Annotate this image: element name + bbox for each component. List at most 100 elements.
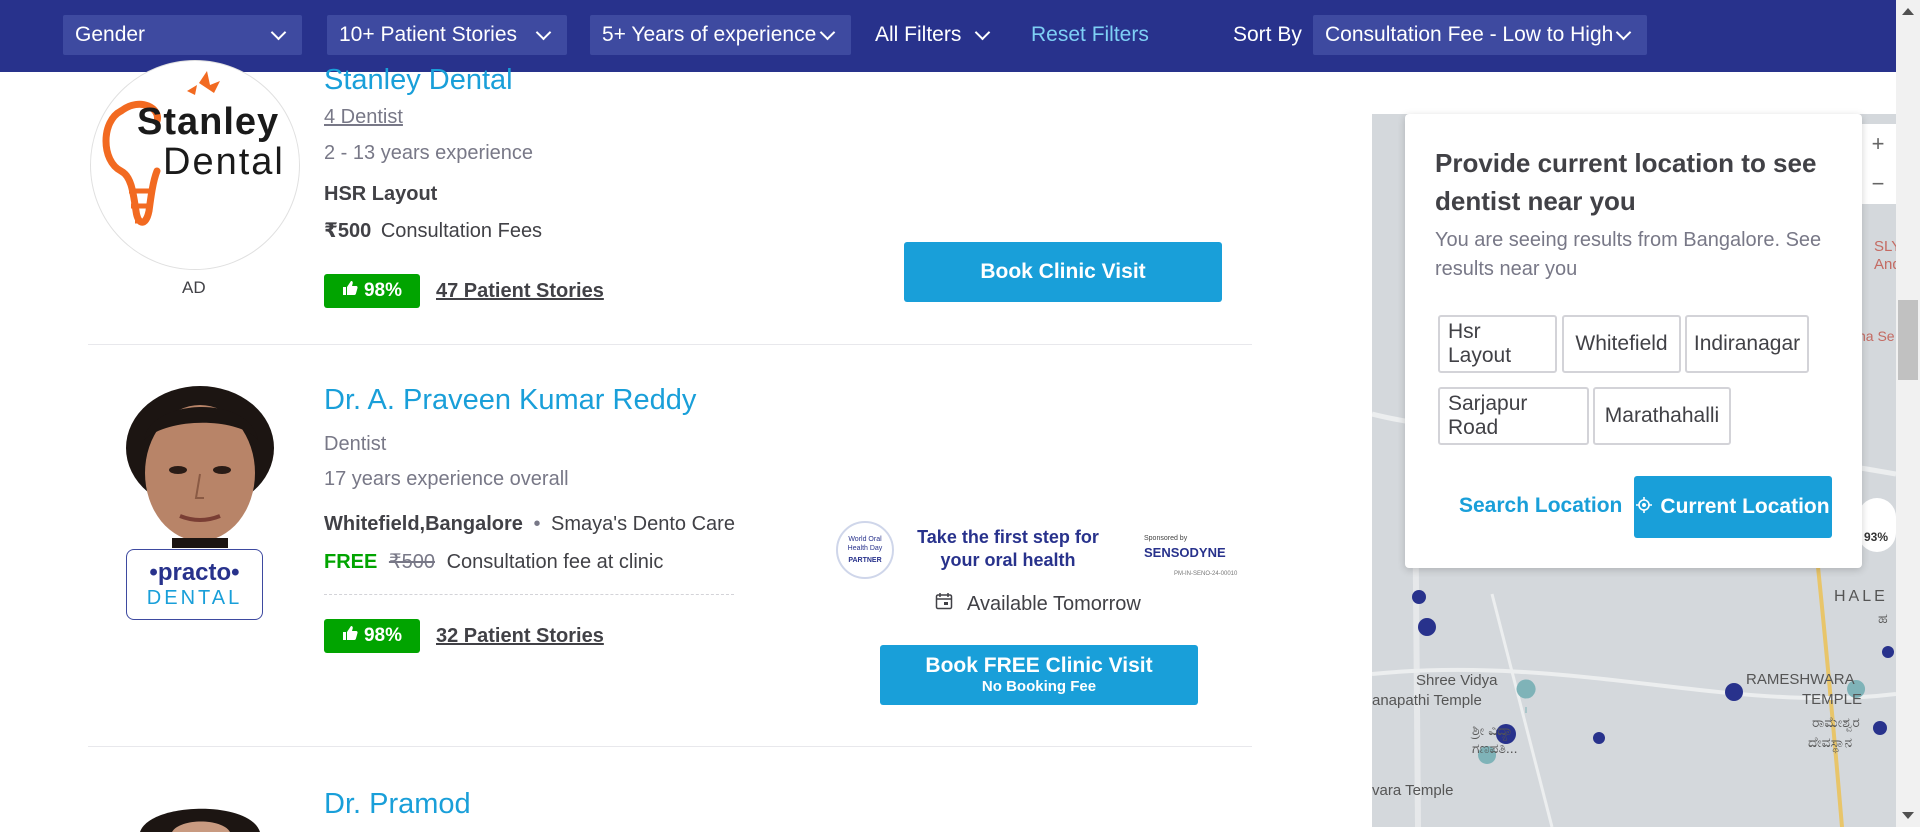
zoom-in-button[interactable]: + — [1860, 124, 1896, 164]
badge-text-1: World Oral — [848, 536, 882, 543]
map-label: ರಾಮೇಶ್ವರ — [1812, 714, 1860, 730]
search-location-link[interactable]: Search Location — [1459, 494, 1622, 518]
availability-text: Available Tomorrow — [967, 592, 1141, 615]
gender-filter-label: Gender — [75, 23, 146, 46]
chevron-down-icon — [270, 24, 287, 41]
divider — [88, 344, 1252, 345]
rating-value: 98% — [363, 625, 403, 646]
map-label: SLY — [1874, 238, 1896, 255]
book-free-clinic-visit-button[interactable]: Book FREE Clinic Visit No Booking Fee — [880, 645, 1198, 705]
patient-stories-link[interactable]: 32 Patient Stories — [436, 625, 604, 648]
map-label: And — [1874, 256, 1896, 273]
location-panel-subtitle: You are seeing results from Bangalore. S… — [1435, 229, 1822, 280]
practo-logo-text: •practo• — [149, 558, 240, 586]
clinic-name[interactable]: Stanley Dental — [324, 64, 513, 97]
badge-text-2: Health Day — [847, 545, 883, 552]
sponsor-banner[interactable]: World Oral Health Day PARTNER Take the f… — [836, 519, 1246, 581]
fee-label: Consultation Fees — [380, 220, 543, 242]
reset-filters-link[interactable]: Reset Filters — [1031, 15, 1149, 55]
ad-badge: AD — [182, 278, 206, 297]
gender-filter[interactable]: Gender — [63, 15, 302, 55]
book-clinic-visit-button[interactable]: Book Clinic Visit — [904, 242, 1222, 302]
sponsor-tagline: Take the first step for your oral health — [908, 526, 1108, 572]
location-line: Whitefield,Bangalore • Smaya's Dento Car… — [324, 513, 735, 536]
map-label: na Se — [1858, 328, 1895, 344]
sort-select[interactable]: Consultation Fee - Low to High — [1313, 15, 1647, 55]
practo-dental-text: DENTAL — [146, 586, 243, 609]
all-filters-button[interactable]: All Filters — [875, 15, 991, 55]
book-button-sublabel: No Booking Fee — [981, 678, 1097, 695]
location-text: HSR Layout — [324, 183, 438, 205]
divider — [88, 746, 1252, 747]
fee-label: Consultation fee at clinic — [446, 551, 664, 573]
sensodyne-logo: SENSODYNE — [1144, 545, 1226, 560]
map-zoom-controls: + − — [1860, 124, 1896, 204]
zoom-out-button[interactable]: − — [1860, 164, 1896, 204]
experience-text: 2 - 13 years experience — [324, 142, 534, 164]
location-text[interactable]: Whitefield,Bangalore — [324, 513, 523, 535]
patient-stories-filter[interactable]: 10+ Patient Stories — [327, 15, 567, 55]
badge-text-3: PARTNER — [848, 557, 882, 564]
rating-badge: 98% — [324, 619, 420, 653]
experience-filter-label: 5+ Years of experience — [602, 23, 817, 46]
location-panel: Provide current location to see dentist … — [1405, 114, 1862, 568]
practo-dental-badge: •practo• DENTAL — [126, 549, 263, 620]
map-label: anapathi Temple — [1372, 692, 1482, 709]
experience-filter[interactable]: 5+ Years of experience — [590, 15, 851, 55]
thumbs-up-icon — [342, 280, 358, 302]
experience-text: 17 years experience overall — [324, 468, 569, 490]
map-label: RAMESHWARA — [1746, 671, 1855, 688]
sort-by-label: Sort By — [1233, 23, 1302, 46]
fee-free: FREE — [324, 551, 378, 573]
sponsor-tagline-line-1: Take the first step for — [917, 527, 1099, 547]
world-oral-health-day-icon: World Oral Health Day PARTNER — [836, 521, 894, 579]
location-chip-hsr-layout[interactable]: Hsr Layout — [1438, 315, 1557, 373]
separator-dot: • — [533, 513, 541, 535]
doctor-avatar-icon — [140, 808, 260, 832]
doctor-avatar-icon — [110, 378, 290, 548]
sort-select-value: Consultation Fee - Low to High — [1325, 23, 1614, 46]
scroll-down-arrow-icon[interactable] — [1902, 812, 1914, 819]
patient-stories-link[interactable]: 47 Patient Stories — [436, 280, 604, 303]
sponsor-tagline-line-2: your oral health — [940, 550, 1076, 570]
current-location-label: Current Location — [1660, 495, 1830, 518]
location-chip-marathahalli[interactable]: Marathahalli — [1593, 387, 1731, 445]
patient-stories-filter-label: 10+ Patient Stories — [339, 23, 518, 46]
fee-old: ₹500 — [388, 551, 435, 573]
clinic-logo[interactable]: Stanley Dental — [90, 60, 300, 270]
doctor-name[interactable]: Dr. Pramod — [324, 788, 471, 821]
locate-icon — [1636, 495, 1653, 519]
location-panel-title: Provide current location to see dentist … — [1435, 148, 1817, 216]
rating-value: 98% — [363, 280, 403, 301]
map-label: HALE — [1834, 588, 1888, 605]
all-filters-label: All Filters — [875, 23, 962, 46]
doctor-photo[interactable] — [110, 378, 290, 548]
logo-text-stanley: Stanley — [137, 101, 280, 143]
scroll-up-arrow-icon[interactable] — [1902, 8, 1914, 15]
clinic-link[interactable]: Smaya's Dento Care — [551, 513, 735, 535]
chevron-down-icon — [1615, 24, 1632, 41]
dentist-count-link[interactable]: 4 Dentist — [324, 106, 403, 129]
map-label: TEMPLE — [1802, 691, 1863, 708]
scrollbar-thumb[interactable] — [1898, 300, 1918, 380]
doctor-name[interactable]: Dr. A. Praveen Kumar Reddy — [324, 384, 696, 417]
location-chip-whitefield[interactable]: Whitefield — [1562, 315, 1681, 373]
doctor-photo[interactable] — [110, 792, 290, 832]
location-chip-indiranagar[interactable]: Indiranagar — [1685, 315, 1809, 373]
current-location-button[interactable]: Current Location — [1634, 476, 1832, 538]
specialty-text: Dentist — [324, 433, 387, 455]
sponsored-by-text: Sponsored by — [1144, 535, 1188, 542]
scrollbar-track[interactable] — [1896, 0, 1920, 827]
map-label: vara Temple — [1372, 782, 1454, 799]
map-pin-rating[interactable]: 93% — [1864, 530, 1888, 544]
book-button-label: Book FREE Clinic Visit — [925, 654, 1153, 677]
map-label: ಶ್ರೀ ವಿದ್ಯಾ — [1472, 722, 1514, 738]
logo-text-dental: Dental — [163, 141, 285, 183]
location-chip-sarjapur-road[interactable]: Sarjapur Road — [1438, 387, 1589, 445]
map-label: ಹ — [1878, 610, 1888, 626]
rating-badge: 98% — [324, 274, 420, 308]
fee-amount: ₹500 — [324, 220, 372, 242]
map-label: ದೇವಸ್ಥಾನ — [1808, 734, 1853, 750]
chevron-down-icon — [535, 24, 552, 41]
availability: Available Tomorrow — [935, 592, 1141, 616]
